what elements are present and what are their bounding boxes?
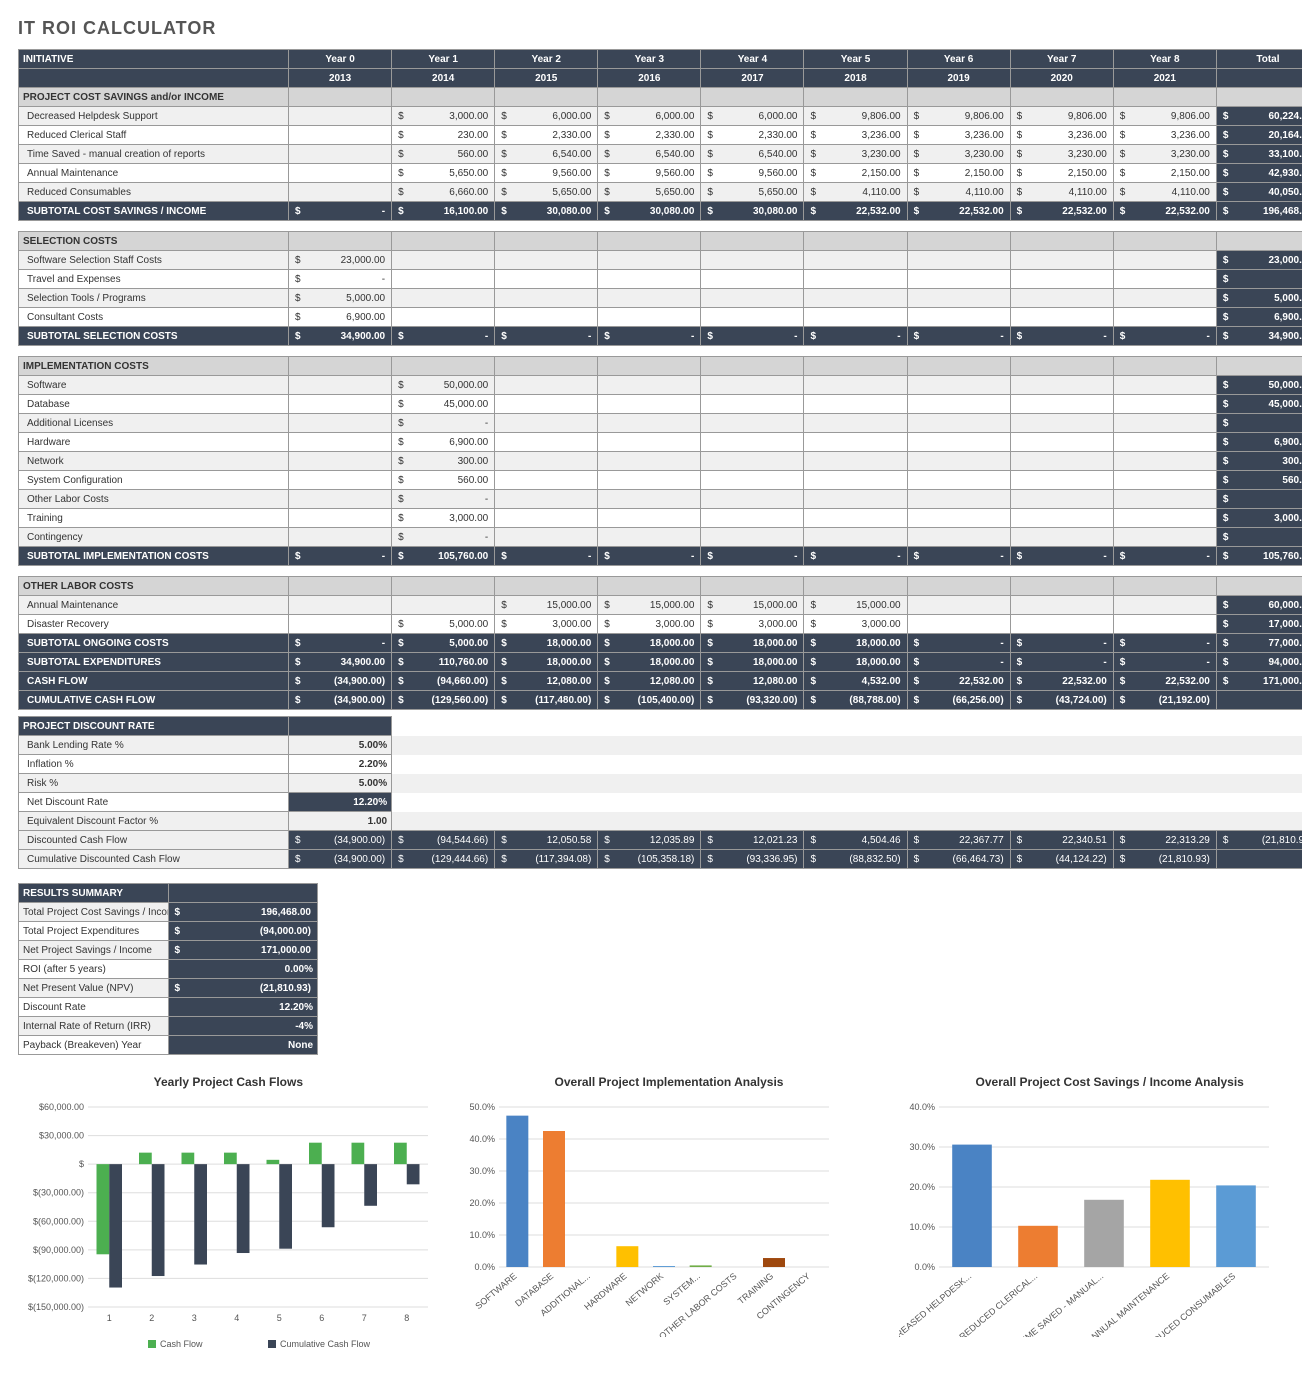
svg-text:30.0%: 30.0% bbox=[469, 1166, 495, 1176]
svg-text:30.0%: 30.0% bbox=[910, 1142, 936, 1152]
main-table: INITIATIVEYear 0Year 1Year 2Year 3Year 4… bbox=[18, 49, 1302, 710]
page-title: IT ROI CALCULATOR bbox=[18, 18, 1302, 39]
svg-text:7: 7 bbox=[362, 1313, 367, 1323]
svg-text:50.0%: 50.0% bbox=[469, 1102, 495, 1112]
discount-table: PROJECT DISCOUNT RATEBank Lending Rate %… bbox=[18, 716, 1302, 869]
svg-text:SOFTWARE: SOFTWARE bbox=[473, 1271, 518, 1311]
header-row: INITIATIVEYear 0Year 1Year 2Year 3Year 4… bbox=[19, 50, 1302, 69]
svg-text:0.0%: 0.0% bbox=[474, 1262, 495, 1272]
svg-text:$(60,000.00): $(60,000.00) bbox=[33, 1216, 84, 1226]
svg-text:Cumulative Cash Flow: Cumulative Cash Flow bbox=[280, 1339, 371, 1349]
chart-savings: Overall Project Cost Savings / Income An… bbox=[899, 1075, 1302, 1340]
svg-text:4: 4 bbox=[234, 1313, 239, 1323]
results-table: RESULTS SUMMARYTotal Project Cost Saving… bbox=[18, 883, 318, 1055]
svg-text:2: 2 bbox=[149, 1313, 154, 1323]
svg-text:DECREASED HELPDESK...: DECREASED HELPDESK... bbox=[899, 1271, 973, 1337]
svg-text:10.0%: 10.0% bbox=[910, 1222, 936, 1232]
svg-text:5: 5 bbox=[277, 1313, 282, 1323]
svg-text:0.0%: 0.0% bbox=[915, 1262, 936, 1272]
svg-text:8: 8 bbox=[404, 1313, 409, 1323]
svg-text:NETWORK: NETWORK bbox=[623, 1271, 665, 1308]
chart-implementation: Overall Project Implementation Analysis … bbox=[459, 1075, 880, 1340]
svg-text:20.0%: 20.0% bbox=[910, 1182, 936, 1192]
svg-text:$(90,000.00): $(90,000.00) bbox=[33, 1245, 84, 1255]
svg-text:1: 1 bbox=[107, 1313, 112, 1323]
svg-text:6: 6 bbox=[319, 1313, 324, 1323]
svg-text:3: 3 bbox=[192, 1313, 197, 1323]
svg-text:$(150,000.00): $(150,000.00) bbox=[28, 1302, 84, 1312]
year-row: 201320142015201620172018201920202021 bbox=[19, 69, 1302, 88]
charts-row: Yearly Project Cash Flows $60,000.00$30,… bbox=[18, 1075, 1302, 1360]
svg-text:40.0%: 40.0% bbox=[910, 1102, 936, 1112]
svg-text:10.0%: 10.0% bbox=[469, 1230, 495, 1240]
svg-text:20.0%: 20.0% bbox=[469, 1198, 495, 1208]
svg-text:$60,000.00: $60,000.00 bbox=[39, 1102, 84, 1112]
svg-text:40.0%: 40.0% bbox=[469, 1134, 495, 1144]
chart-cashflow: Yearly Project Cash Flows $60,000.00$30,… bbox=[18, 1075, 439, 1360]
svg-text:$: $ bbox=[79, 1159, 84, 1169]
svg-text:$(30,000.00): $(30,000.00) bbox=[33, 1188, 84, 1198]
svg-text:Cash Flow: Cash Flow bbox=[160, 1339, 203, 1349]
svg-text:$30,000.00: $30,000.00 bbox=[39, 1131, 84, 1141]
svg-text:$(120,000.00): $(120,000.00) bbox=[28, 1273, 84, 1283]
